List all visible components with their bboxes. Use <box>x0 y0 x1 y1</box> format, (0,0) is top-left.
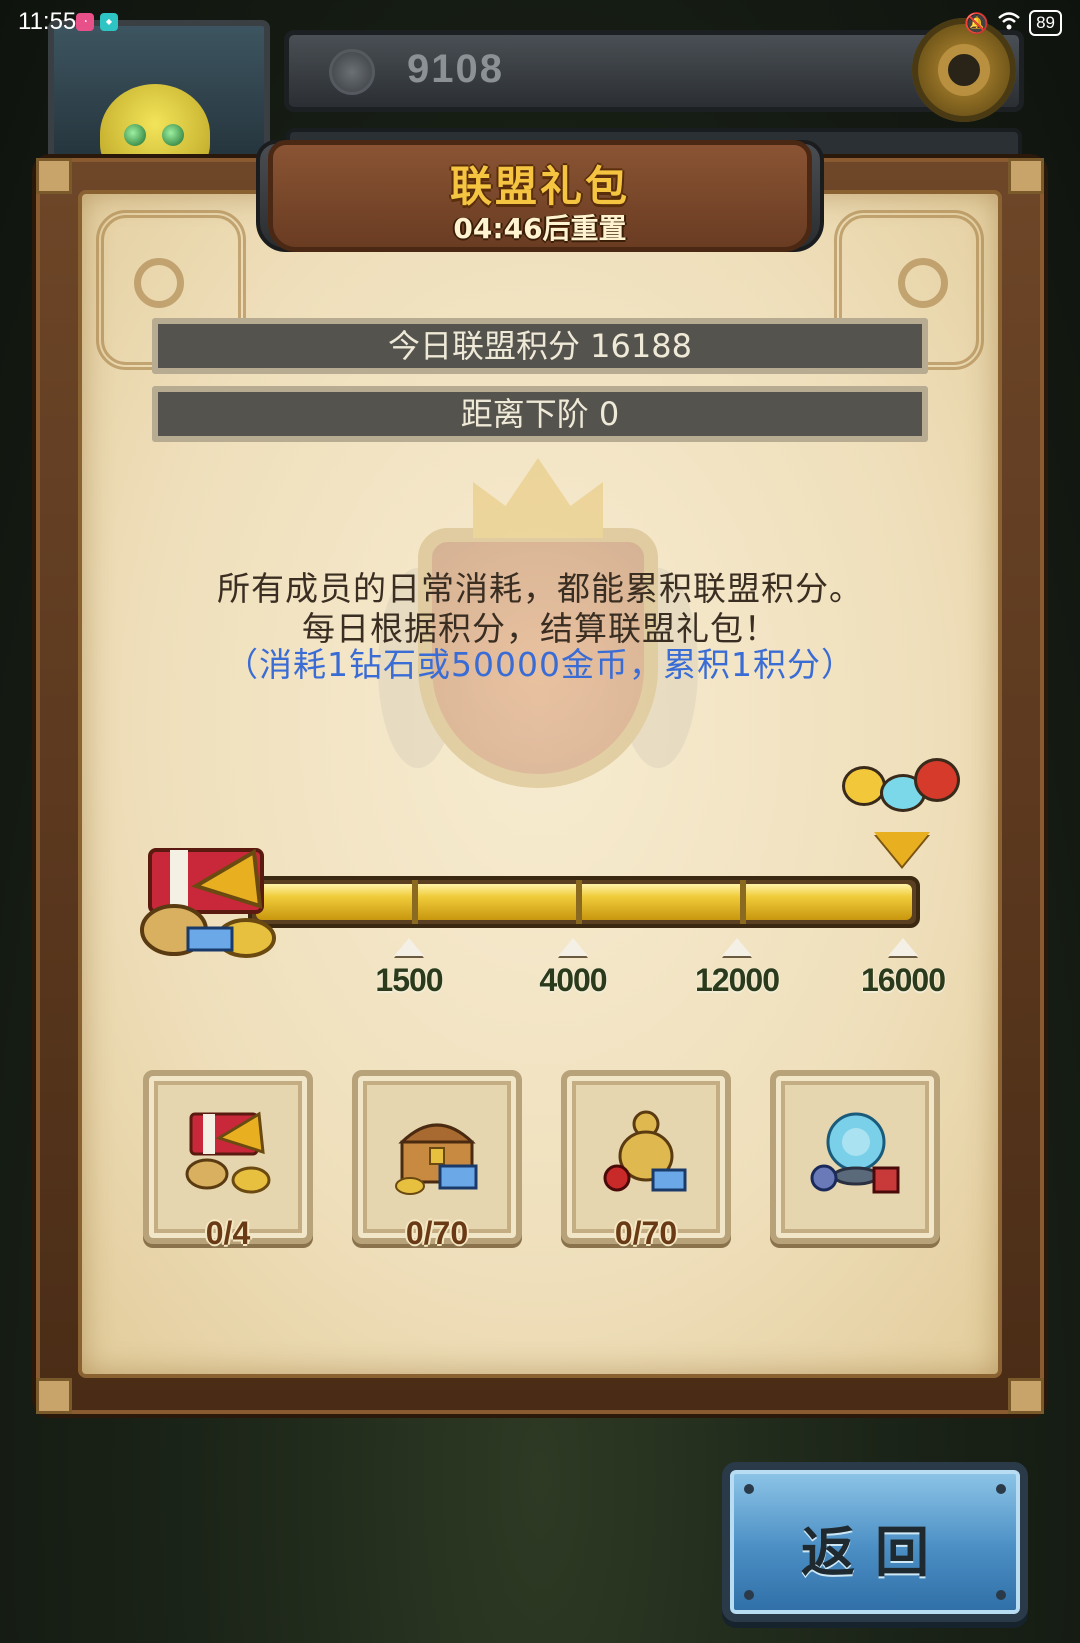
gourd-items-icon <box>603 1110 687 1192</box>
back-button-label: 返回 <box>801 1521 949 1584</box>
status-bar: 11:55 ◔ ◆ 🔕 89 <box>0 0 1080 46</box>
progress-divider <box>412 880 418 924</box>
panel-title: 联盟礼包 <box>449 162 630 211</box>
reset-timer: 04:46后重置 <box>453 212 627 245</box>
current-score-marker <box>874 832 930 866</box>
milestone-label: 4000 <box>539 962 607 998</box>
progress-fill <box>256 884 912 920</box>
panel-corner <box>1008 1378 1044 1414</box>
milestone-tick <box>722 938 752 956</box>
avatar-eye <box>124 124 146 146</box>
panel-corner <box>36 1378 72 1414</box>
score-progress-bar <box>248 876 920 928</box>
wifi-icon <box>997 11 1021 36</box>
button-rivet <box>996 1484 1006 1494</box>
milestone-label: 16000 <box>861 962 946 998</box>
avatar-eye <box>162 124 184 146</box>
orb-items-icon <box>810 1112 900 1194</box>
button-rivet <box>744 1484 754 1494</box>
tap-app-icon: ◆ <box>100 13 118 31</box>
description-note: （消耗1钻石或50000金币，累积1积分） <box>225 645 855 684</box>
reward-tile-3[interactable]: 0/70 <box>561 1070 731 1251</box>
reward-count: 0/70 <box>405 1215 469 1251</box>
coin-icon <box>329 49 375 95</box>
reward-tile-4[interactable] <box>770 1070 940 1244</box>
mute-icon: 🔕 <box>964 11 990 35</box>
milestone-tick <box>888 938 918 956</box>
reward-count: 0/4 <box>205 1215 251 1251</box>
panel-corner <box>36 158 72 194</box>
progress-divider <box>740 880 746 924</box>
member-blob <box>914 758 960 802</box>
status-time: 11:55 <box>18 8 77 35</box>
panel-corner <box>1008 158 1044 194</box>
button-rivet <box>744 1590 754 1600</box>
treasure-chest-icon <box>395 1123 478 1195</box>
milestone-tick <box>558 938 588 956</box>
next-tier-bar: 距离下阶 0 <box>152 386 928 442</box>
horn-chest-icon <box>185 1111 271 1194</box>
milestone-label: 12000 <box>695 962 780 998</box>
today-score-bar: 今日联盟积分 16188 <box>152 318 928 374</box>
crown-icon <box>473 458 603 538</box>
reward-tile-1[interactable]: 0/4 <box>143 1070 313 1251</box>
title-banner: 联盟礼包 04:46后重置 <box>268 140 812 252</box>
currency-value: 9108 <box>407 47 504 91</box>
button-rivet <box>996 1590 1006 1600</box>
notification-app-icon: ◔ <box>76 13 94 31</box>
back-button[interactable]: 返回 <box>722 1462 1028 1622</box>
milestone-label: 1500 <box>375 962 443 998</box>
members-icon <box>842 752 968 812</box>
ornament-knot <box>898 258 948 308</box>
member-blob <box>842 766 886 806</box>
milestone-tick <box>394 938 424 956</box>
ornament-knot <box>134 258 184 308</box>
reward-count: 0/70 <box>614 1215 678 1251</box>
reward-tile-2[interactable]: 0/70 <box>352 1070 522 1251</box>
battery-icon: 89 <box>1029 10 1062 36</box>
horn-chest-icon <box>140 848 276 958</box>
progress-divider <box>576 880 582 924</box>
